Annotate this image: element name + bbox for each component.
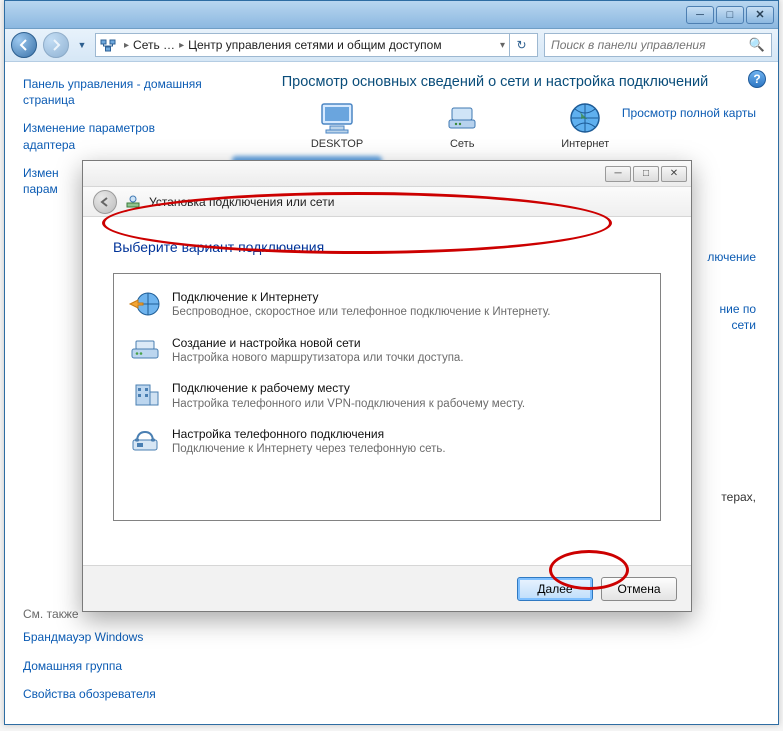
option-desc: Настройка нового маршрутизатора или точк… bbox=[172, 351, 646, 367]
option-title: Создание и настройка новой сети bbox=[172, 335, 646, 351]
option-connect-to-internet[interactable]: Подключение к Интернету Беспроводное, ск… bbox=[118, 282, 656, 328]
partial-link-network[interactable]: ние по сети bbox=[719, 302, 756, 333]
search-icon: 🔍 bbox=[749, 37, 765, 53]
wizard-close-button[interactable]: ✕ bbox=[661, 166, 687, 182]
wizard-title: Установка подключения или сети bbox=[149, 195, 334, 209]
partial-link-connection[interactable]: лючение bbox=[707, 250, 756, 264]
option-setup-dialup[interactable]: Настройка телефонного подключения Подклю… bbox=[118, 419, 656, 465]
network-device-icon bbox=[441, 100, 483, 136]
network-setup-icon bbox=[125, 194, 141, 210]
help-button[interactable]: ? bbox=[748, 70, 766, 88]
arrow-left-icon bbox=[18, 39, 30, 51]
wizard-footer: Далее Отмена bbox=[83, 565, 691, 611]
address-bar: ▼ ▸ Сеть … ▸ Центр управления сетями и о… bbox=[5, 29, 778, 62]
breadcrumb[interactable]: ▸ Сеть … ▸ Центр управления сетями и общ… bbox=[95, 33, 538, 57]
wizard-titlebar: ─ □ ✕ bbox=[83, 161, 691, 187]
phone-modem-icon bbox=[128, 426, 162, 456]
globe-icon bbox=[564, 100, 606, 136]
option-desc: Беспроводное, скоростное или телефонное … bbox=[172, 305, 646, 321]
outer-minimize-button[interactable]: ─ bbox=[686, 6, 714, 24]
partial-text: терах, bbox=[721, 490, 756, 504]
search-input[interactable] bbox=[551, 38, 749, 52]
connection-options-list: Подключение к Интернету Беспроводное, ск… bbox=[113, 273, 661, 521]
nav-forward-button[interactable] bbox=[43, 32, 69, 58]
option-title: Подключение к Интернету bbox=[172, 289, 646, 305]
setup-connection-wizard: ─ □ ✕ Установка подключения или сети Выб… bbox=[82, 160, 692, 612]
sidebar-link-internet-options[interactable]: Свойства обозревателя bbox=[23, 686, 203, 702]
search-box[interactable]: 🔍 bbox=[544, 33, 772, 57]
refresh-button[interactable]: ↻ bbox=[509, 33, 533, 57]
map-node-internet[interactable]: Интернет bbox=[561, 100, 609, 150]
option-connect-to-workplace[interactable]: Подключение к рабочему месту Настройка т… bbox=[118, 373, 656, 419]
outer-close-button[interactable]: ✕ bbox=[746, 6, 774, 24]
nav-back-button[interactable] bbox=[11, 32, 37, 58]
wizard-instruction: Выберите вариант подключения bbox=[113, 239, 661, 255]
map-node-desktop[interactable]: DESKTOP bbox=[311, 100, 363, 150]
sidebar-link-adapter-settings[interactable]: Изменение параметров адаптера bbox=[23, 120, 203, 152]
breadcrumb-seg-1[interactable]: Сеть … bbox=[133, 38, 175, 52]
arrow-right-icon bbox=[50, 39, 62, 51]
outer-maximize-button[interactable]: □ bbox=[716, 6, 744, 24]
globe-arrow-icon bbox=[128, 289, 162, 319]
wizard-back-button[interactable] bbox=[93, 190, 117, 214]
option-setup-new-network[interactable]: Создание и настройка новой сети Настройк… bbox=[118, 328, 656, 374]
page-title: Просмотр основных сведений о сети и наст… bbox=[232, 74, 758, 90]
cancel-button[interactable]: Отмена bbox=[601, 577, 677, 601]
router-icon bbox=[128, 335, 162, 365]
option-desc: Настройка телефонного или VPN-подключени… bbox=[172, 397, 646, 413]
option-title: Подключение к рабочему месту bbox=[172, 380, 646, 396]
option-title: Настройка телефонного подключения bbox=[172, 426, 646, 442]
chevron-down-icon[interactable]: ▾ bbox=[496, 40, 509, 51]
sidebar-link-firewall[interactable]: Брандмауэр Windows bbox=[23, 629, 203, 645]
wizard-header: Установка подключения или сети bbox=[83, 187, 691, 217]
sidebar-link-homegroup[interactable]: Домашняя группа bbox=[23, 658, 203, 674]
outer-titlebar: ─ □ ✕ bbox=[5, 1, 778, 29]
next-button[interactable]: Далее bbox=[517, 577, 593, 601]
building-icon bbox=[128, 380, 162, 410]
wizard-minimize-button[interactable]: ─ bbox=[605, 166, 631, 182]
link-view-full-map[interactable]: Просмотр полной карты bbox=[622, 106, 756, 120]
breadcrumb-seg-2[interactable]: Центр управления сетями и общим доступом bbox=[188, 38, 442, 52]
arrow-left-icon bbox=[99, 196, 111, 208]
sidebar-link-home[interactable]: Панель управления - домашняя страница bbox=[23, 76, 203, 108]
chevron-right-icon: ▸ bbox=[120, 40, 133, 51]
network-icon bbox=[100, 37, 116, 53]
wizard-content: Выберите вариант подключения Подключение… bbox=[83, 217, 691, 565]
option-desc: Подключение к Интернету через телефонную… bbox=[172, 442, 646, 458]
wizard-maximize-button[interactable]: □ bbox=[633, 166, 659, 182]
chevron-right-icon: ▸ bbox=[175, 40, 188, 51]
nav-history-dropdown[interactable]: ▼ bbox=[75, 32, 89, 58]
map-node-network[interactable]: Сеть bbox=[441, 100, 483, 150]
computer-icon bbox=[316, 100, 358, 136]
